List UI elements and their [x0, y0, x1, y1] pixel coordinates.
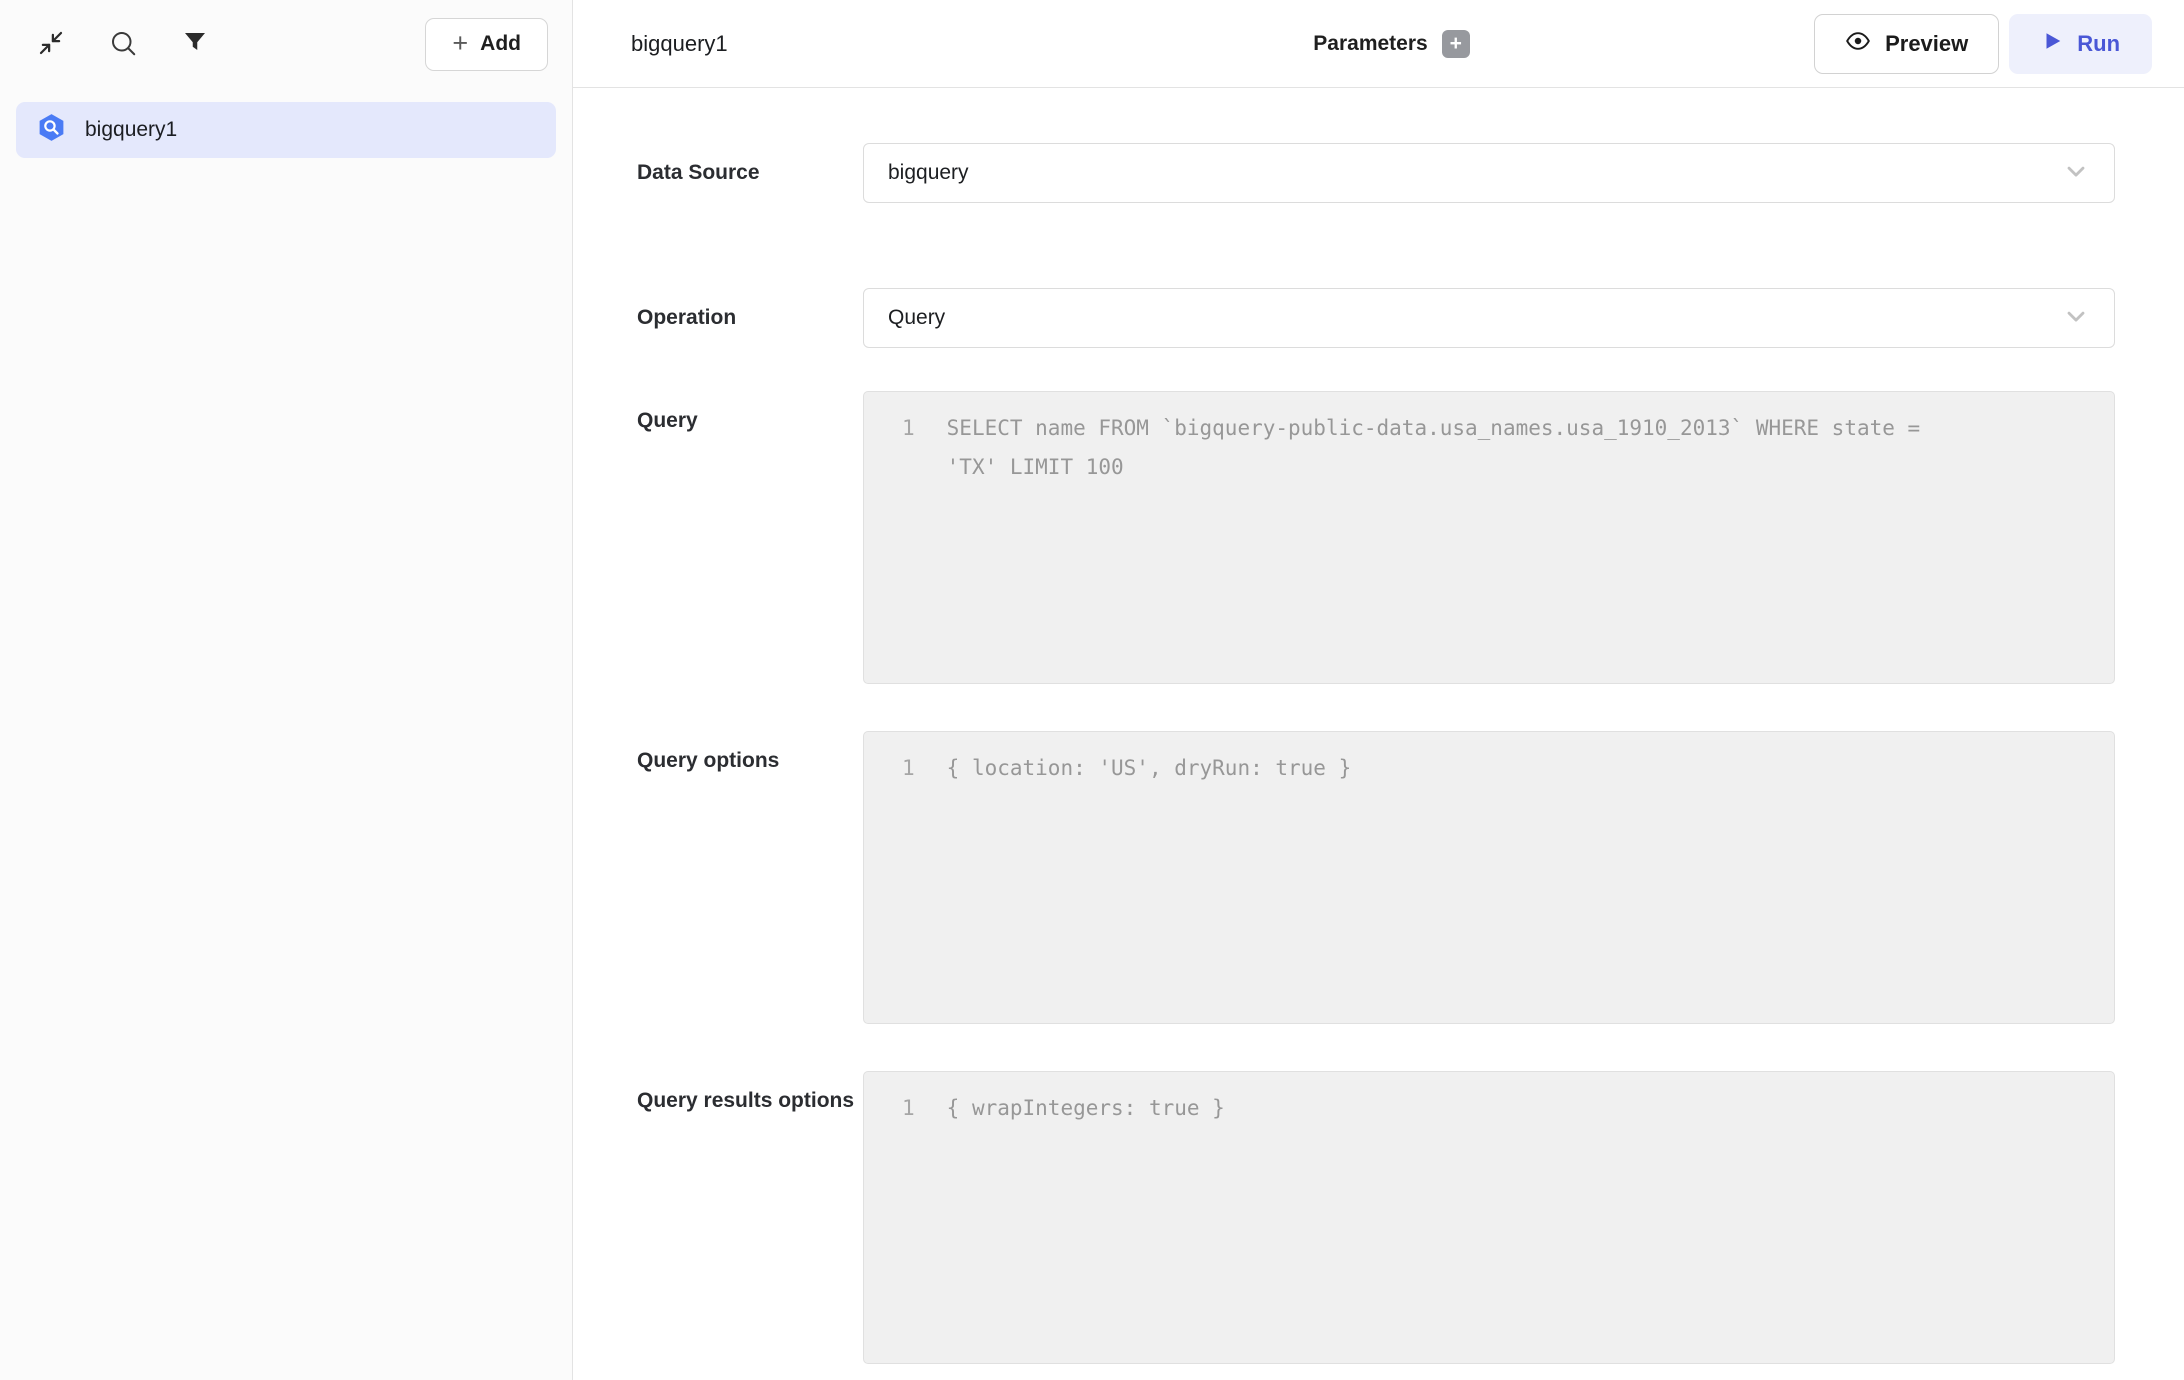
chevron-down-icon — [2062, 302, 2090, 335]
sidebar-item-bigquery1[interactable]: bigquery1 — [16, 102, 556, 158]
query-list: bigquery1 — [0, 88, 572, 172]
query-label: Query — [637, 391, 863, 441]
query-options-label: Query options — [637, 731, 863, 781]
sidebar-toolbar: + Add — [0, 0, 572, 88]
filter-icon — [180, 28, 210, 61]
data-source-label: Data Source — [637, 153, 863, 193]
data-source-row: Data Source bigquery — [637, 143, 2115, 203]
search-button[interactable] — [104, 25, 142, 63]
add-parameter-button[interactable]: + — [1442, 30, 1470, 58]
data-source-value: bigquery — [888, 161, 969, 185]
query-results-options-field: 1 { wrapIntegers: true } — [863, 1071, 2115, 1364]
parameters-label: Parameters — [1313, 32, 1427, 56]
collapse-panel-button[interactable] — [32, 25, 70, 63]
app: + Add bigquery1 bigquery1 — [0, 0, 2184, 1380]
operation-value: Query — [888, 306, 945, 330]
code-line: 1 { wrapIntegers: true } — [864, 1072, 2114, 1128]
preview-button[interactable]: Preview — [1814, 14, 1999, 74]
play-icon — [2041, 30, 2063, 58]
query-row: Query 1 SELECT name FROM `bigquery-publi… — [637, 391, 2115, 684]
filter-button[interactable] — [176, 25, 214, 63]
query-options-code-editor[interactable]: 1 { location: 'US', dryRun: true } — [863, 731, 2115, 1024]
search-icon — [108, 28, 138, 61]
add-button-label: Add — [480, 32, 521, 56]
query-editor-header: bigquery1 Parameters + Preview — [573, 0, 2184, 88]
bigquery-icon — [36, 112, 67, 148]
query-options-row: Query options 1 { location: 'US', dryRun… — [637, 731, 2115, 1024]
data-source-field: bigquery — [863, 143, 2115, 203]
operation-field: Query — [863, 288, 2115, 348]
query-results-options-placeholder-text: { wrapIntegers: true } — [947, 1089, 1225, 1128]
query-results-options-row: Query results options 1 { wrapIntegers: … — [637, 1071, 2115, 1364]
line-number: 1 — [902, 749, 915, 788]
run-button-label: Run — [2077, 31, 2120, 57]
plus-icon: + — [1450, 33, 1462, 54]
sidebar-item-label: bigquery1 — [85, 118, 177, 142]
query-field: 1 SELECT name FROM `bigquery-public-data… — [863, 391, 2115, 684]
run-button[interactable]: Run — [2009, 14, 2152, 74]
query-code-editor[interactable]: 1 SELECT name FROM `bigquery-public-data… — [863, 391, 2115, 684]
data-source-select[interactable]: bigquery — [863, 143, 2115, 203]
collapse-arrows-icon — [36, 28, 66, 61]
query-results-options-label: Query results options — [637, 1071, 863, 1121]
eye-icon — [1845, 28, 1871, 60]
chevron-down-icon — [2062, 157, 2090, 190]
main-panel: bigquery1 Parameters + Preview — [573, 0, 2184, 1380]
line-number: 1 — [902, 1089, 915, 1128]
operation-select[interactable]: Query — [863, 288, 2115, 348]
plus-icon: + — [452, 30, 468, 57]
page-title: bigquery1 — [631, 31, 728, 57]
query-results-options-code-editor[interactable]: 1 { wrapIntegers: true } — [863, 1071, 2115, 1364]
header-actions: Preview Run — [1470, 14, 2152, 74]
code-line: 1 { location: 'US', dryRun: true } — [864, 732, 2114, 788]
header-center: Parameters + — [1313, 30, 1469, 58]
operation-label: Operation — [637, 298, 863, 338]
query-options-placeholder-text: { location: 'US', dryRun: true } — [947, 749, 1352, 788]
preview-button-label: Preview — [1885, 31, 1968, 57]
operation-row: Operation Query — [637, 288, 2115, 348]
query-placeholder-text: SELECT name FROM `bigquery-public-data.u… — [947, 409, 1952, 487]
line-number: 1 — [902, 409, 915, 487]
query-form: Data Source bigquery Operation — [573, 88, 2184, 1380]
sidebar: + Add bigquery1 — [0, 0, 573, 1380]
add-query-button[interactable]: + Add — [425, 18, 548, 71]
code-line: 1 SELECT name FROM `bigquery-public-data… — [864, 392, 2114, 487]
header-left: bigquery1 — [631, 31, 1313, 57]
query-options-field: 1 { location: 'US', dryRun: true } — [863, 731, 2115, 1024]
